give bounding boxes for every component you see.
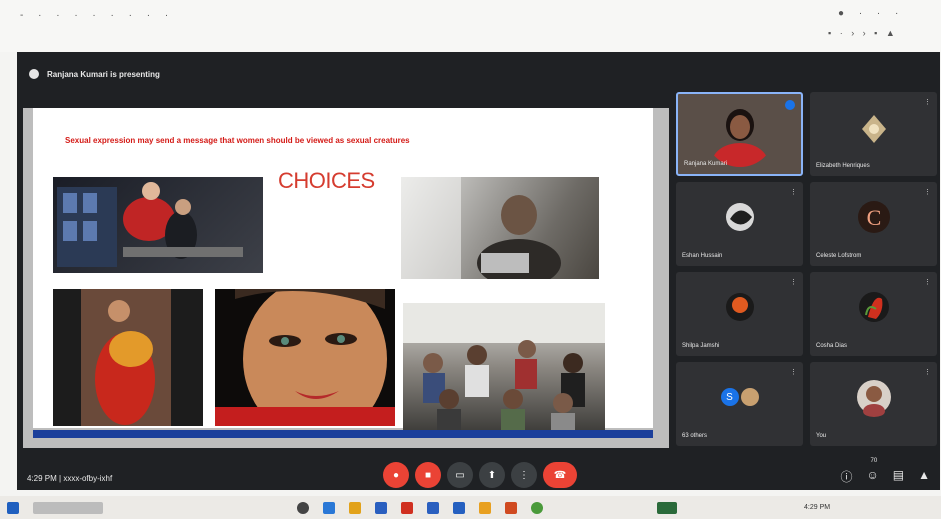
file-explorer-icon[interactable] [349,501,361,514]
others-photo-avatar [740,388,759,407]
mic-icon: ⋮ [790,279,797,286]
meeting-time-code: 4:29 PM | xxxx-ofby-ixhf [27,474,113,483]
app-icon[interactable] [479,501,491,514]
more-vert-icon: ⋮ [519,469,529,481]
browser-tabs-text: - · · · · · · · · [20,10,175,21]
end-call-button[interactable]: ☎ [543,462,577,488]
participant-avatar [856,380,891,418]
participant-grid: Ranjana Kumari ⋮ Elizabeth Henriques ⋮ E… [672,90,937,452]
participant-tile-cosha[interactable]: ⋮ Cosha Dias [810,272,937,356]
presenter-avatar [29,69,39,79]
search-box[interactable] [33,501,103,514]
mic-icon: ⋮ [924,99,931,106]
participant-tile-celeste[interactable]: C ⋮ Celeste Lofstrom [810,182,937,266]
meeting-window: Ranjana Kumari is presenting Sexual expr… [17,52,940,490]
meeting-side-controls: ⓘ ☺ 70 ▤ ▲ [840,458,930,485]
participant-name: Shilpa Jamshi [682,343,720,349]
start-menu-icon[interactable] [7,501,19,514]
chat-icon[interactable]: ▤ [893,468,904,485]
present-button[interactable]: ⬆ [479,462,505,488]
taskbar-clock[interactable]: 4:29 PM [804,504,830,511]
slide-photo-woman-saree [53,289,203,426]
participant-name: You [816,433,827,439]
participant-video [711,109,768,168]
participant-name: Cosha Dias [816,343,848,349]
participant-tile-ranjana[interactable]: Ranjana Kumari [676,92,803,176]
office-icon[interactable] [401,501,413,514]
participant-name: 63 others [682,433,708,439]
slide-title: CHOICES [278,168,375,193]
captions-button[interactable]: ▭ [447,462,473,488]
participant-tile-shilpa[interactable]: ⋮ Shilpa Jamshi [676,272,803,356]
camera-off-icon: ■ [424,469,432,481]
participant-avatar [858,292,889,323]
mic-icon: ⋮ [924,189,931,196]
mic-icon: ⋮ [790,369,797,376]
phone-hangup-icon: ☎ [553,469,567,481]
captions-icon: ▭ [455,469,465,481]
people-icon: ☺ [866,468,879,482]
edge-icon[interactable] [323,501,335,514]
people-count-badge: 70 [870,458,878,464]
participant-tile-elizabeth[interactable]: ⋮ Elizabeth Henriques [810,92,937,176]
slide-photo-face-closeup [215,289,395,426]
shared-screen: Sexual expression may send a message tha… [23,108,669,448]
browser-status-icons[interactable]: ▪ · › › ▪ ▲ [828,28,898,38]
mic-icon: ⋮ [924,369,931,376]
slide-headline: Sexual expression may send a message tha… [65,136,410,145]
participant-avatar [725,203,754,232]
participant-name: Celeste Lofstrom [816,253,862,259]
participant-name: Ranjana Kumari [684,161,728,167]
slide-photo-man-laptop [401,177,599,279]
participant-tile-you[interactable]: ⋮ You [810,362,937,446]
participant-tile-eshan[interactable]: ⋮ Eshan Hussain [676,182,803,266]
people-button[interactable]: ☺ 70 [866,458,879,485]
browser-controls-text[interactable]: ● · · · [838,8,904,19]
speaking-indicator-icon [785,100,795,110]
presenter-label: Ranjana Kumari is presenting [47,69,160,79]
others-avatars: S [720,388,759,407]
participant-avatar: C [857,201,890,234]
participant-avatar [861,115,886,144]
mic-off-icon: ● [392,469,400,481]
others-initial-avatar: S [720,388,739,407]
info-icon[interactable]: ⓘ [840,468,852,485]
presenter-indicator: Ranjana Kumari is presenting [29,64,160,84]
powerpoint-icon[interactable] [505,501,517,514]
mail-icon[interactable] [427,501,439,514]
slide-photo-classroom [403,303,605,433]
store-icon[interactable] [375,501,387,514]
os-taskbar: 4:29 PM [0,496,941,519]
participant-name: Eshan Hussain [682,253,723,259]
activities-icon[interactable]: ▲ [918,468,930,485]
tray-app-icon[interactable] [657,501,677,514]
mic-icon: ⋮ [790,189,797,196]
browser-top-bar: - · · · · · · · · ● · · · ▪ · › › ▪ ▲ [0,0,941,52]
present-icon: ⬆ [487,469,497,481]
word-icon[interactable] [453,501,465,514]
task-view-icon[interactable] [297,501,309,514]
presentation-slide: Sexual expression may send a message tha… [33,108,653,433]
chrome-icon[interactable] [531,501,543,514]
slide-footer-band [33,430,653,438]
participant-tile-others[interactable]: S ⋮ 63 others [676,362,803,446]
more-options-button[interactable]: ⋮ [511,462,537,488]
slide-photo-office [53,177,263,273]
mic-icon: ⋮ [924,279,931,286]
participant-name: Elizabeth Henriques [816,163,870,169]
svg-text:C: C [866,205,881,230]
meeting-controls-bar: 4:29 PM | xxxx-ofby-ixhf ● ■ ▭ ⬆ ⋮ ☎ ⓘ ☺… [17,450,940,490]
camera-toggle-button[interactable]: ■ [415,462,441,488]
mic-toggle-button[interactable]: ● [383,462,409,488]
participant-avatar [725,293,754,322]
